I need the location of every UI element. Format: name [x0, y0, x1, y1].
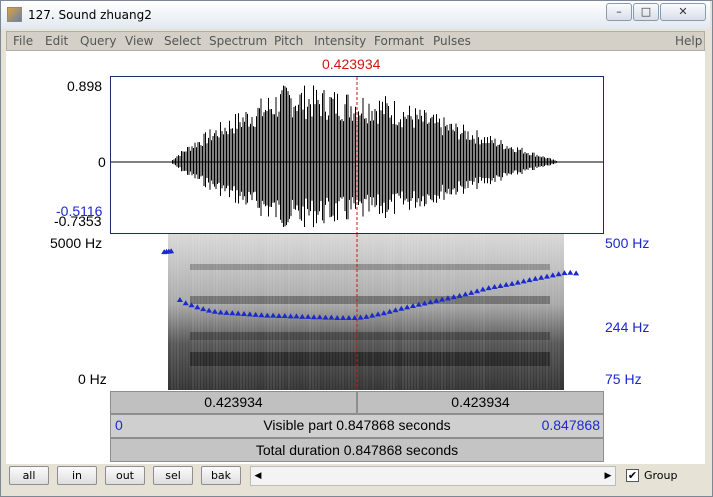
- scroll-right-arrow-icon[interactable]: ▶: [601, 466, 615, 486]
- group-label: Group: [644, 469, 678, 482]
- visible-end-label: 0.847868: [541, 417, 600, 433]
- pitch-mid-label: 244 Hz: [605, 319, 650, 335]
- time-segment-left[interactable]: 0.423934: [110, 391, 357, 414]
- pitch-top-label: 500 Hz: [605, 235, 650, 251]
- waveform-trace: [172, 85, 560, 228]
- scroll-left-arrow-icon[interactable]: ◀: [251, 466, 265, 486]
- menu-file[interactable]: File: [13, 34, 33, 48]
- menu-query[interactable]: Query: [80, 34, 116, 48]
- menu-formant[interactable]: Formant: [374, 34, 424, 48]
- total-duration-label: Total duration 0.847868 seconds: [255, 442, 459, 458]
- minimize-button[interactable]: –: [606, 3, 632, 21]
- menu-spectrum[interactable]: Spectrum: [209, 34, 267, 48]
- maximize-button[interactable]: □: [633, 3, 659, 21]
- zoom-out-button[interactable]: out: [105, 466, 145, 485]
- pitch-point-72: [573, 270, 580, 276]
- spectrogram-panel[interactable]: [110, 234, 604, 390]
- spectrogram-max-freq-label: 5000 Hz: [50, 235, 103, 251]
- waveform-panel[interactable]: [110, 76, 604, 234]
- zoom-back-button[interactable]: bak: [201, 466, 241, 485]
- time-segment-right-label: 0.423934: [451, 394, 510, 410]
- menu-bar: File Edit Query View Select Spectrum Pit…: [6, 31, 705, 51]
- waveform-zero-label: 0: [98, 154, 106, 170]
- menu-pulses[interactable]: Pulses: [433, 34, 471, 48]
- waveform-max-label: 0.898: [67, 78, 103, 94]
- menu-select[interactable]: Select: [164, 34, 201, 48]
- title-bar[interactable]: 127. Sound zhuang2 – □ ✕: [1, 1, 710, 29]
- menu-edit[interactable]: Edit: [45, 34, 68, 48]
- cursor-time-label: 0.423934: [322, 56, 381, 72]
- zoom-all-button[interactable]: all: [9, 466, 49, 485]
- waveform-plot: [111, 77, 603, 233]
- total-duration-bar[interactable]: Total duration 0.847868 seconds: [110, 438, 604, 462]
- app-icon: [7, 7, 22, 22]
- window-title: 127. Sound zhuang2: [28, 8, 152, 22]
- time-segment-left-label: 0.423934: [204, 394, 263, 410]
- group-checkbox[interactable]: ✔: [626, 469, 639, 482]
- visible-part-label: Visible part 0.847868 seconds: [263, 417, 451, 433]
- spectrogram-min-freq-label: 0 Hz: [78, 371, 107, 387]
- zoom-selection-button[interactable]: sel: [153, 466, 193, 485]
- zoom-in-button[interactable]: in: [57, 466, 97, 485]
- menu-help[interactable]: Help: [675, 34, 702, 48]
- spectrogram-plot: [161, 234, 580, 390]
- visible-part-bar[interactable]: 0 Visible part 0.847868 seconds 0.847868: [110, 414, 604, 438]
- menu-view[interactable]: View: [125, 34, 153, 48]
- menu-intensity[interactable]: Intensity: [314, 34, 366, 48]
- time-segment-right[interactable]: 0.423934: [357, 391, 604, 414]
- pitch-bottom-label: 75 Hz: [605, 371, 642, 387]
- waveform-min-label: -0.7353: [54, 213, 102, 229]
- pitch-point-71: [567, 269, 574, 275]
- close-button[interactable]: ✕: [660, 3, 706, 21]
- menu-pitch[interactable]: Pitch: [274, 34, 303, 48]
- horizontal-scrollbar[interactable]: [250, 466, 616, 486]
